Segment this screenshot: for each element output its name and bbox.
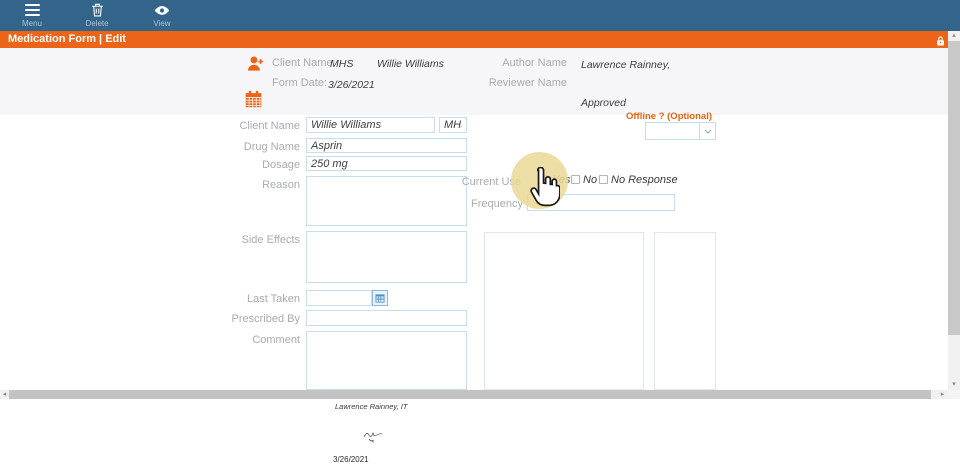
view-button-label: View: [153, 20, 170, 28]
delete-button-label: Delete: [85, 20, 108, 28]
dosage-input[interactable]: [306, 156, 467, 171]
comment-textarea[interactable]: [306, 331, 467, 390]
current-use-no-checkbox[interactable]: [571, 175, 580, 184]
offline-select[interactable]: [645, 122, 716, 140]
client-name-header-label: Client Name:: [272, 57, 336, 69]
current-use-noresponse-label: No Response: [611, 174, 678, 186]
menu-button-label: Menu: [22, 20, 42, 28]
title-bar: Medication Form | Edit: [0, 31, 948, 48]
form-header: Client Name: MHS Willie Williams Form Da…: [0, 48, 948, 115]
reviewer-name-label: Reviewer Name: [450, 77, 567, 89]
top-toolbar: Menu Delete View: [0, 0, 960, 31]
client-name-field-label: Client Name: [180, 120, 300, 132]
scroll-down-arrow-icon[interactable]: ▾: [948, 380, 960, 390]
footer-author-line: Lawrence Rainney, IT: [335, 402, 407, 411]
current-use-noresponse-checkbox[interactable]: [599, 175, 608, 184]
vertical-scrollbar[interactable]: ▴ ▾: [948, 31, 960, 390]
scroll-up-arrow-icon[interactable]: ▴: [948, 31, 960, 41]
drug-name-field-label: Drug Name: [180, 141, 300, 153]
eye-icon: [154, 3, 170, 17]
medication-list-panel[interactable]: [484, 232, 644, 390]
offline-select-value: [646, 123, 699, 139]
last-taken-datepicker-button[interactable]: [372, 290, 388, 306]
client-full-value: Willie Williams: [377, 58, 444, 70]
client-short-value: MHS: [330, 58, 353, 70]
calendar-icon: [244, 90, 263, 113]
scroll-left-arrow-icon[interactable]: ◂: [0, 390, 9, 399]
prescribed-by-input[interactable]: [306, 310, 467, 326]
scroll-right-arrow-icon[interactable]: ▸: [938, 390, 947, 399]
scrollbar-corner: [948, 390, 960, 399]
chevron-down-icon: [699, 123, 715, 139]
prescribed-by-field-label: Prescribed By: [180, 313, 300, 325]
client-name-input[interactable]: [306, 117, 435, 133]
hand-pointer-cursor: [526, 167, 560, 216]
author-name-value: Lawrence Rainney,: [581, 59, 670, 71]
offline-optional-label: Offline ? (Optional): [600, 111, 712, 122]
horizontal-scrollbar-thumb[interactable]: [9, 390, 931, 399]
dosage-field-label: Dosage: [180, 159, 300, 171]
signature-image: [362, 429, 384, 449]
comment-field-label: Comment: [180, 334, 300, 346]
form-date-header-label: Form Date:: [272, 77, 327, 89]
frequency-field-label: Frequency: [403, 198, 523, 210]
status-approved: Approved: [581, 97, 626, 109]
side-panel[interactable]: [654, 232, 716, 390]
footer-date: 3/26/2021: [333, 455, 369, 464]
app-window: Menu Delete View Medication Form | Edit …: [0, 0, 960, 469]
side-effects-textarea[interactable]: [306, 231, 467, 283]
view-button[interactable]: View: [139, 3, 185, 30]
last-taken-input[interactable]: [306, 290, 372, 306]
horizontal-scrollbar[interactable]: ◂ ▸: [0, 390, 948, 399]
delete-button[interactable]: Delete: [74, 3, 120, 30]
menu-button[interactable]: Menu: [9, 3, 55, 30]
drug-name-input[interactable]: [306, 138, 467, 153]
last-taken-field-label: Last Taken: [180, 293, 300, 305]
trash-icon: [91, 3, 104, 17]
current-use-field-label: Current Use: [401, 176, 521, 188]
reason-field-label: Reason: [180, 179, 300, 191]
person-add-icon: [246, 54, 265, 78]
author-name-label: Author Name: [450, 57, 567, 69]
client-org-input[interactable]: [439, 117, 467, 133]
vertical-scrollbar-thumb[interactable]: [948, 41, 960, 335]
current-use-no-label: No: [583, 174, 597, 186]
menu-icon: [25, 3, 40, 17]
page-title: Medication Form | Edit: [8, 31, 126, 48]
form-date-value: 3/26/2021: [328, 79, 375, 91]
side-effects-field-label: Side Effects: [180, 234, 300, 246]
